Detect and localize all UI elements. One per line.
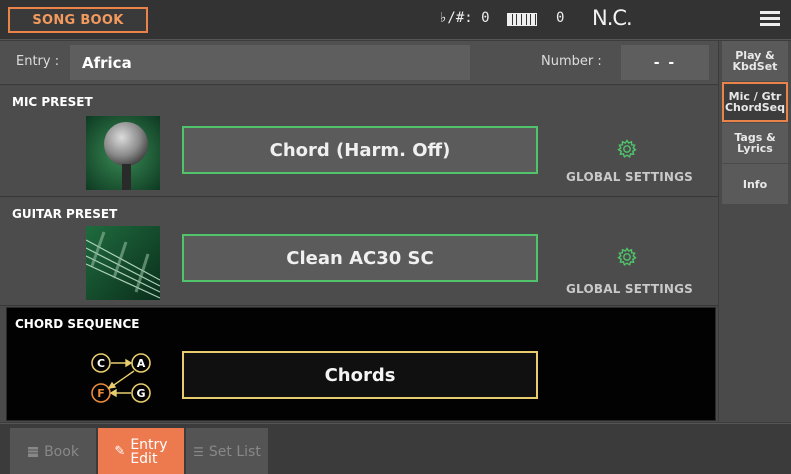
tab-set-list[interactable]: ☰ Set List <box>186 428 268 474</box>
list-icon: ☰ <box>193 444 204 459</box>
chord-readout: N.C. <box>592 6 633 30</box>
mic-preset-button[interactable]: Chord (Harm. Off) <box>182 126 538 174</box>
entry-edit-label-line1: Entry <box>130 436 168 453</box>
tab-play-kbdset[interactable]: Play & KbdSet <box>722 41 788 81</box>
top-bar: SONG BOOK ♭/#: 0 0 N.C. <box>0 0 791 40</box>
tab-tags-lyrics[interactable]: Tags & Lyrics <box>722 123 788 163</box>
number-field[interactable]: - - <box>621 45 709 80</box>
chord-cycle-icon: C A F G <box>87 351 157 405</box>
side-tabs: Play & KbdSet Mic / Gtr ChordSeq Tags & … <box>719 41 791 422</box>
chord-sequence-title: CHORD SEQUENCE <box>15 317 140 331</box>
chord-letter-a: A <box>137 357 146 370</box>
tab-mic-gtr-chordseq[interactable]: Mic / Gtr ChordSeq <box>722 82 788 122</box>
tab-book[interactable]: Book <box>10 428 96 474</box>
microphone-image <box>86 116 160 190</box>
gear-icon[interactable] <box>617 247 637 267</box>
set-list-label: Set List <box>208 443 261 460</box>
guitar-preset-button[interactable]: Clean AC30 SC <box>182 234 538 282</box>
entry-row: Entry : Africa Number : - - <box>0 41 718 85</box>
entry-edit-label-line2: Edit <box>130 450 158 467</box>
tab-label: Lyrics <box>737 142 773 155</box>
guitar-preset-title: GUITAR PRESET <box>12 207 118 221</box>
guitar-preset-section: GUITAR PRESET Clean AC30 SC GLOBAL SETTI… <box>0 198 718 306</box>
keyboard-icon <box>507 13 537 26</box>
main-panel: Entry : Africa Number : - - MIC PRESET C… <box>0 41 718 422</box>
tab-label: KbdSet <box>732 60 778 73</box>
guitar-global-settings-label[interactable]: GLOBAL SETTINGS <box>566 282 693 296</box>
entry-label: Entry : <box>16 54 60 69</box>
number-label: Number : <box>541 54 602 69</box>
chord-sequence-section: CHORD SEQUENCE C A F G Chords <box>6 307 716 421</box>
transpose-readout: ♭/#: 0 <box>439 10 490 26</box>
book-icon <box>28 446 39 457</box>
entry-field[interactable]: Africa <box>70 45 470 80</box>
chord-letter-f: F <box>97 387 105 400</box>
gear-icon[interactable] <box>617 139 637 159</box>
tab-label: ChordSeq <box>724 101 786 114</box>
tab-entry-edit[interactable]: ✎ Entry Edit <box>98 428 184 474</box>
pencil-icon: ✎ <box>114 444 126 459</box>
tab-info[interactable]: Info <box>722 164 788 204</box>
mic-global-settings-label[interactable]: GLOBAL SETTINGS <box>566 170 693 184</box>
keyboard-value: 0 <box>556 10 565 26</box>
bottom-bar: Book ✎ Entry Edit ☰ Set List <box>0 423 791 474</box>
tab-label: Info <box>742 177 768 191</box>
mic-preset-section: MIC PRESET Chord (Harm. Off) GLOBAL SETT… <box>0 86 718 197</box>
book-label: Book <box>44 443 79 460</box>
chord-letter-g: G <box>136 387 145 400</box>
guitar-image <box>86 226 160 300</box>
mic-preset-title: MIC PRESET <box>12 95 93 109</box>
chord-sequence-button[interactable]: Chords <box>182 351 538 399</box>
menu-icon[interactable] <box>760 11 780 27</box>
chord-letter-c: C <box>97 357 105 370</box>
page-title[interactable]: SONG BOOK <box>8 7 148 33</box>
